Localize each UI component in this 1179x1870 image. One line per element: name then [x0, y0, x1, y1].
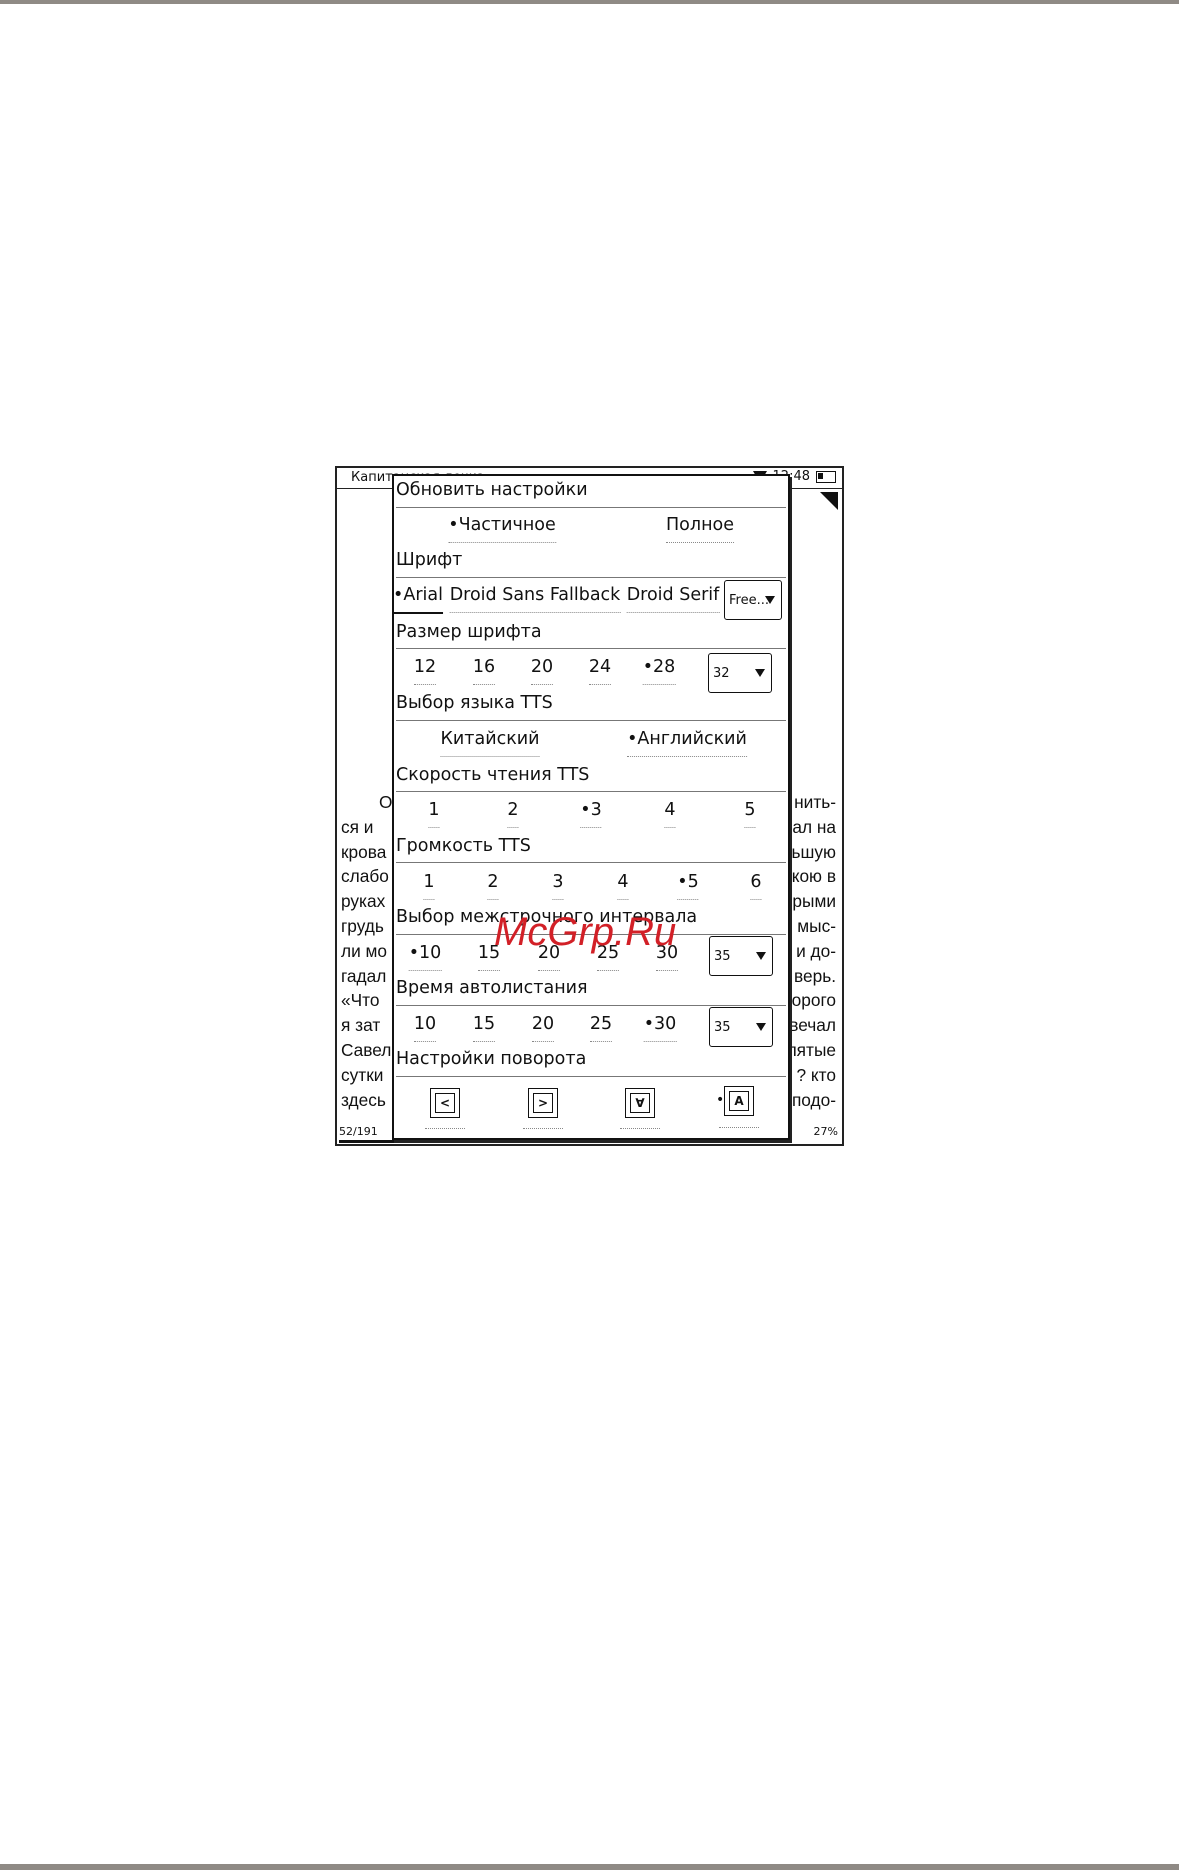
reading-progress-bar	[339, 1140, 475, 1143]
autoflip-title: Время автолистания	[396, 978, 588, 998]
line-spacing-dropdown[interactable]: 35	[709, 936, 773, 976]
book-text-left: крова	[341, 841, 387, 862]
chevron-down-icon	[755, 669, 765, 677]
book-text-right: нить-	[794, 792, 836, 812]
rotate-180-icon[interactable]: ∀	[625, 1088, 655, 1118]
tts-speed-option[interactable]: 1	[428, 800, 440, 828]
font-size-option[interactable]: 16	[472, 657, 496, 685]
book-text-left: ся и	[341, 816, 374, 837]
autoflip-option[interactable]: 10	[413, 1014, 437, 1042]
book-text-left: Савел	[341, 1039, 392, 1060]
autoflip-dropdown[interactable]: 35	[709, 1007, 773, 1047]
divider	[396, 507, 786, 508]
font-droid-serif-option[interactable]: Droid Serif	[626, 585, 720, 613]
tts-volume-option[interactable]: •5	[677, 872, 699, 900]
autoflip-option[interactable]: 25	[589, 1014, 613, 1042]
rotate-left-icon[interactable]: <	[430, 1088, 460, 1118]
tts-volume-option[interactable]: 2	[487, 872, 499, 900]
autoflip-option[interactable]: 20	[531, 1014, 555, 1042]
book-text-left: руках	[341, 891, 386, 912]
book-text-right: ьшую	[791, 841, 836, 862]
page-number: 52/191	[339, 1125, 378, 1138]
book-text-right: ? кто	[796, 1064, 837, 1085]
tts-volume-option[interactable]: 3	[552, 872, 564, 900]
tts-speed-option[interactable]: 2	[507, 800, 519, 828]
chevron-down-icon	[765, 596, 775, 604]
font-size-option[interactable]: 24	[588, 657, 612, 685]
book-text-right: кою в	[791, 866, 836, 887]
book-text-left: сутки	[341, 1064, 384, 1085]
rotate-right-icon[interactable]: >	[528, 1088, 558, 1118]
refresh-settings-title: Обновить настройки	[396, 480, 588, 500]
divider	[396, 862, 786, 863]
book-text-left: грудь	[341, 915, 384, 936]
refresh-full-option[interactable]: Полное	[666, 515, 734, 543]
book-text-left: О	[379, 792, 393, 812]
tts-volume-option[interactable]: 4	[617, 872, 629, 900]
font-size-dropdown[interactable]: 32	[708, 653, 772, 693]
tts-speed-option[interactable]: •3	[580, 800, 602, 828]
divider	[396, 1005, 786, 1006]
font-size-option[interactable]: 20	[530, 657, 554, 685]
battery-icon	[816, 470, 836, 483]
tts-speed-title: Скорость чтения TTS	[396, 765, 590, 785]
tts-language-english-option[interactable]: •Английский	[627, 729, 747, 757]
tts-speed-option[interactable]: 5	[744, 800, 756, 828]
font-dropdown[interactable]: Free...	[724, 580, 782, 620]
rotate-portrait-icon[interactable]: A	[724, 1086, 754, 1116]
book-text-left: слабо	[341, 866, 389, 887]
book-text-right: ал на	[792, 816, 836, 837]
line-spacing-option[interactable]: •10	[408, 943, 442, 971]
tts-language-chinese-option[interactable]: Китайский	[440, 729, 540, 757]
reading-settings-dialog: Обновить настройки •Частичное Полное Шри…	[392, 474, 790, 1140]
tts-language-title: Выбор языка TTS	[396, 693, 553, 713]
book-text-right: вечал	[789, 1015, 836, 1036]
chevron-down-icon	[756, 952, 766, 960]
book-text-right: мыс-	[797, 915, 836, 936]
font-arial-option[interactable]: •Arial	[393, 585, 443, 614]
book-text-left: ли мо	[341, 940, 388, 961]
book-text-left: я зат	[341, 1015, 381, 1036]
book-text-right: орого	[791, 990, 836, 1011]
divider	[396, 1076, 786, 1077]
book-text-left: здесь	[341, 1089, 386, 1110]
divider	[396, 577, 786, 578]
autoflip-option[interactable]: •30	[643, 1014, 677, 1042]
watermark: McGrp.Ru	[494, 910, 677, 954]
reading-percent: 27%	[813, 1125, 838, 1138]
book-text-right: и до-	[796, 940, 836, 961]
bookmark-corner-icon[interactable]	[820, 492, 838, 510]
font-size-option[interactable]: 12	[413, 657, 437, 685]
book-text-right: подо-	[791, 1089, 836, 1110]
tts-volume-title: Громкость TTS	[396, 836, 531, 856]
tts-volume-option[interactable]: 1	[423, 872, 435, 900]
divider	[396, 791, 786, 792]
tts-volume-option[interactable]: 6	[750, 872, 762, 900]
font-droid-sans-option[interactable]: Droid Sans Fallback	[449, 585, 621, 613]
book-text-left: «Что	[341, 990, 380, 1011]
font-size-option[interactable]: •28	[642, 657, 676, 685]
tts-speed-option[interactable]: 4	[664, 800, 676, 828]
font-size-title: Размер шрифта	[396, 622, 542, 642]
divider	[396, 720, 786, 721]
book-text-left: гадал	[341, 965, 387, 986]
book-text-right: рыми	[792, 891, 836, 912]
rotation-title: Настройки поворота	[396, 1049, 587, 1069]
divider	[396, 648, 786, 649]
refresh-partial-option[interactable]: •Частичное	[448, 515, 556, 543]
autoflip-option[interactable]: 15	[472, 1014, 496, 1042]
book-text-right: пятые	[787, 1039, 836, 1060]
top-border	[0, 0, 1179, 4]
chevron-down-icon	[756, 1023, 766, 1031]
bottom-border	[0, 1864, 1179, 1870]
book-text-right: верь.	[793, 965, 836, 986]
font-title: Шрифт	[396, 550, 463, 570]
